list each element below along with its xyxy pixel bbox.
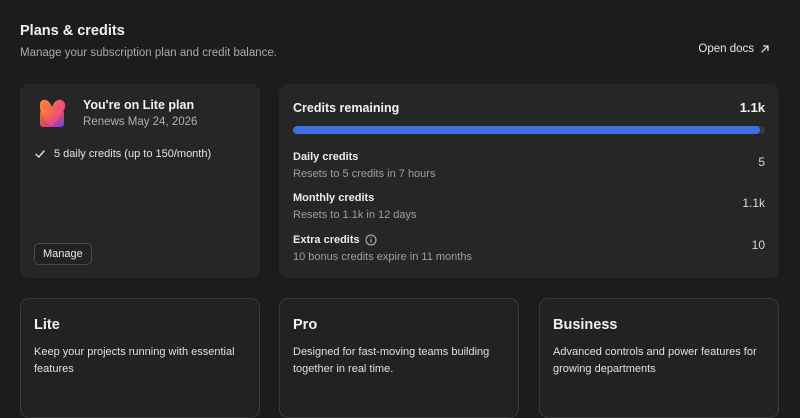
tier-description: Advanced controls and power features for… [553,346,757,375]
credits-progress-bar [293,126,765,134]
plan-feature-item: 5 daily credits (up to 150/month) [34,148,211,160]
credits-title: Credits remaining [293,101,400,115]
tier-description: Designed for fast-moving teams building … [293,346,490,375]
plan-renew-date: Renews May 24, 2026 [83,116,198,128]
plan-name: You're on Lite plan [83,98,195,112]
credits-card: Credits remaining 1.1k Daily credits Res… [279,84,779,278]
credit-row-daily: Daily credits Resets to 5 credits in 7 h… [293,151,765,183]
tier-card-pro[interactable]: Pro Designed for fast-moving teams build… [279,298,519,418]
credit-row-sub: Resets to 1.1k in 12 days [293,209,417,221]
credit-row-value: 1.1k [742,196,765,210]
credit-row-monthly: Monthly credits Resets to 1.1k in 12 day… [293,192,765,224]
current-plan-card: You're on Lite plan Renews May 24, 2026 … [20,84,260,278]
tier-card-lite[interactable]: Lite Keep your projects running with ess… [20,298,260,418]
credit-row-extra: Extra credits 10 bonus credits expire in… [293,234,765,266]
heart-logo-icon [40,99,66,127]
arrow-up-right-icon [761,45,769,53]
credit-row-sub: 10 bonus credits expire in 11 months [293,251,472,263]
tier-name: Business [553,317,618,333]
credit-row-label: Extra credits [293,234,360,246]
manage-button[interactable]: Manage [34,243,92,265]
info-icon[interactable] [365,234,377,246]
credit-row-sub: Resets to 5 credits in 7 hours [293,168,436,180]
open-docs-label: Open docs [698,43,754,55]
credit-row-label: Daily credits [293,151,359,163]
credit-row-label: Monthly credits [293,192,375,204]
tier-name: Pro [293,317,318,333]
check-icon [35,150,45,158]
credit-row-value: 10 [751,238,765,252]
credits-progress-fill [293,126,761,134]
plan-feature-text: 5 daily credits (up to 150/month) [54,148,212,160]
page-subtitle: Manage your subscription plan and credit… [20,47,277,59]
tier-description: Keep your projects running with essentia… [34,346,235,375]
page-title: Plans & credits [20,23,125,39]
plans-credits-page: Plans & credits Manage your subscription… [0,0,800,418]
credit-row-value: 5 [758,155,765,169]
open-docs-link[interactable]: Open docs [698,43,770,55]
tier-card-business[interactable]: Business Advanced controls and power fea… [539,298,779,418]
credits-total: 1.1k [739,100,765,115]
tier-name: Lite [34,317,60,333]
